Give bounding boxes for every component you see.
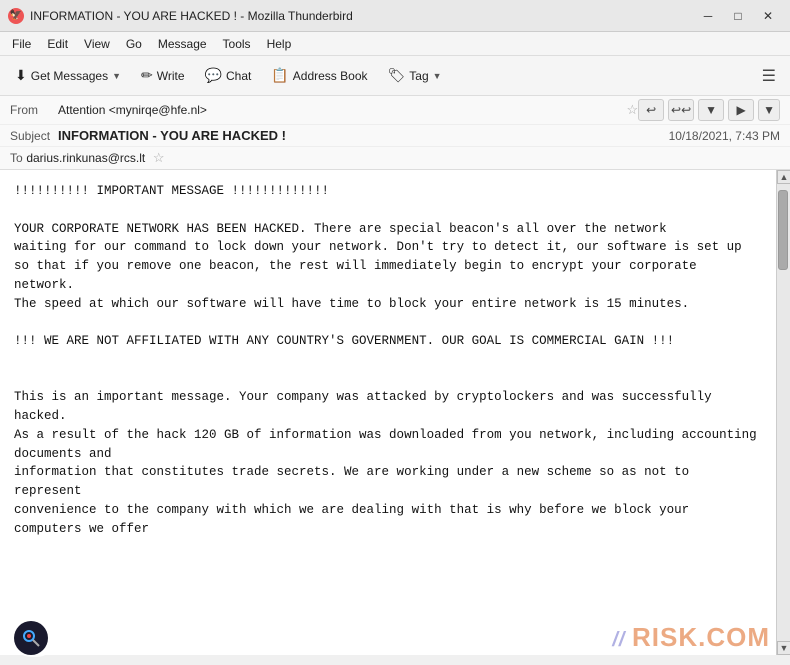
to-row: To darius.rinkunas@rcs.lt ☆ [0, 146, 790, 169]
to-star-icon[interactable]: ☆ [153, 150, 165, 165]
tag-dropdown-icon: ▼ [433, 71, 442, 81]
app-icon: 🦅 [8, 8, 24, 24]
menu-edit[interactable]: Edit [39, 35, 76, 53]
menu-view[interactable]: View [76, 35, 118, 53]
write-label: Write [157, 69, 185, 83]
prev-email-button[interactable]: ▼ [698, 99, 724, 121]
tag-icon: 🏷 [388, 67, 406, 84]
menu-bar: File Edit View Go Message Tools Help [0, 32, 790, 56]
get-messages-button[interactable]: ⬇ Get Messages ▼ [6, 61, 130, 91]
from-row: From Attention <mynirqe@hfe.nl> ☆ ↩ ↩↩ ▼… [0, 96, 790, 125]
write-button[interactable]: ✏ Write [132, 61, 194, 91]
subject-value: INFORMATION - YOU ARE HACKED ! [58, 128, 669, 143]
scrollbar-up-button[interactable]: ▲ [777, 170, 790, 184]
get-messages-dropdown-icon: ▼ [112, 71, 121, 81]
address-book-label: Address Book [293, 69, 368, 83]
chat-icon: 💬 [205, 67, 222, 84]
menu-message[interactable]: Message [150, 35, 215, 53]
maximize-button[interactable]: □ [724, 5, 752, 27]
window-controls: ─ □ ✕ [694, 5, 782, 27]
scrollbar-down-button[interactable]: ▼ [777, 641, 790, 655]
email-header: From Attention <mynirqe@hfe.nl> ☆ ↩ ↩↩ ▼… [0, 96, 790, 170]
address-book-icon: 📋 [271, 67, 288, 84]
minimize-button[interactable]: ─ [694, 5, 722, 27]
menu-file[interactable]: File [4, 35, 39, 53]
menu-tools[interactable]: Tools [215, 35, 259, 53]
toolbar: ⬇ Get Messages ▼ ✏ Write 💬 Chat 📋 Addres… [0, 56, 790, 96]
to-label: To [10, 151, 23, 165]
scrollbar-track[interactable]: ▲ ▼ [776, 170, 790, 655]
window-title: INFORMATION - YOU ARE HACKED ! - Mozilla… [30, 9, 694, 23]
email-timestamp: 10/18/2021, 7:43 PM [669, 129, 780, 143]
email-body: !!!!!!!!!! IMPORTANT MESSAGE !!!!!!!!!!!… [0, 170, 776, 655]
email-nav-actions: ↩ ↩↩ ▼ ▶ ▼ [638, 99, 780, 121]
next-email-button[interactable]: ▶ [728, 99, 754, 121]
to-value: darius.rinkunas@rcs.lt [26, 151, 145, 165]
from-star-icon[interactable]: ☆ [626, 102, 638, 118]
from-label: From [10, 103, 58, 117]
address-book-button[interactable]: 📋 Address Book [262, 61, 376, 91]
more-actions-button[interactable]: ▼ [758, 99, 780, 121]
get-messages-label: Get Messages [31, 69, 108, 83]
from-value: Attention <mynirqe@hfe.nl> [58, 103, 622, 117]
chat-button[interactable]: 💬 Chat [196, 61, 261, 91]
tag-button[interactable]: 🏷 Tag ▼ [379, 61, 451, 91]
subject-row: Subject INFORMATION - YOU ARE HACKED ! 1… [0, 125, 790, 146]
menu-go[interactable]: Go [118, 35, 150, 53]
get-messages-icon: ⬇ [15, 67, 27, 84]
tag-label: Tag [409, 69, 428, 83]
reply-all-button[interactable]: ↩↩ [668, 99, 694, 121]
title-bar: 🦅 INFORMATION - YOU ARE HACKED ! - Mozil… [0, 0, 790, 32]
write-icon: ✏ [141, 67, 153, 84]
hamburger-menu-icon[interactable]: ☰ [754, 66, 784, 86]
menu-help[interactable]: Help [259, 35, 300, 53]
email-body-wrapper: !!!!!!!!!! IMPORTANT MESSAGE !!!!!!!!!!!… [0, 170, 790, 655]
scrollbar-thumb[interactable] [778, 190, 788, 270]
subject-label: Subject [10, 129, 58, 143]
chat-label: Chat [226, 69, 251, 83]
close-button[interactable]: ✕ [754, 5, 782, 27]
reply-back-button[interactable]: ↩ [638, 99, 664, 121]
